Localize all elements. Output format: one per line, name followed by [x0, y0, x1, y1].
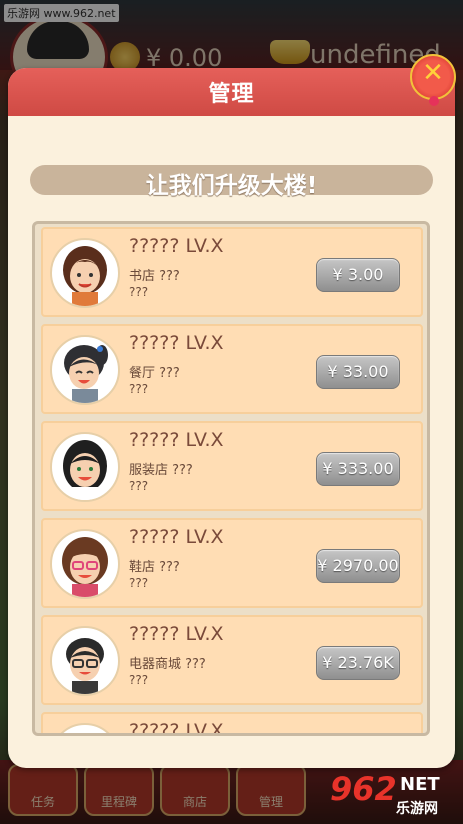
close-button[interactable]: ✕: [410, 54, 456, 106]
hire-price-button[interactable]: ¥ 23.76K: [316, 646, 400, 680]
manager-list[interactable]: ????? LV.X 书店 ??? ??? ¥ 3.00 ????? LV.X …: [32, 221, 430, 736]
hire-price-button[interactable]: ¥ 333.00: [316, 452, 400, 486]
list-item: ????? LV.X: [41, 712, 423, 736]
hire-price-button[interactable]: ¥ 3.00: [316, 258, 400, 292]
close-x-icon: ✕: [422, 58, 444, 88]
hire-price-button[interactable]: ¥ 2970.00: [316, 549, 400, 583]
list-item: ????? LV.X 电器商城 ??? ??? ¥ 23.76K: [41, 615, 423, 705]
tassel-icon: [429, 96, 439, 106]
list-item: ????? LV.X 服装店 ??? ??? ¥ 333.00: [41, 421, 423, 511]
shop-name: 书店 ???: [129, 269, 180, 284]
woman-glasses-avatar: [50, 529, 120, 599]
manager-name: ????? LV.X: [129, 235, 224, 257]
woman-brown-hair-avatar: [50, 238, 120, 308]
shop-detail: ???: [129, 673, 149, 687]
shop-name: 餐厅 ???: [129, 366, 180, 381]
shop-detail: ???: [129, 285, 149, 299]
shop-name: 鞋店 ???: [129, 560, 180, 575]
manager-name: ????? LV.X: [129, 526, 224, 548]
site-watermark: 962 NET 乐游网: [330, 770, 440, 817]
manager-name: ????? LV.X: [129, 720, 224, 736]
manager-name: ????? LV.X: [129, 332, 224, 354]
girl-ponytail-avatar: [50, 335, 120, 405]
manager-name: ????? LV.X: [129, 623, 224, 645]
dialog-title: 管理: [208, 82, 255, 107]
manage-dialog: 管理 让我们升级大楼! ????? LV.X 书店 ??? ??? ¥ 3.00: [8, 68, 455, 768]
list-item: ????? LV.X 鞋店 ??? ??? ¥ 2970.00: [41, 518, 423, 608]
shop-detail: ???: [129, 382, 149, 396]
manager-name: ????? LV.X: [129, 429, 224, 451]
shop-name: 服装店 ???: [129, 463, 193, 478]
upgrade-banner: 让我们升级大楼!: [30, 165, 433, 199]
list-item: ????? LV.X 书店 ??? ??? ¥ 3.00: [41, 227, 423, 317]
shop-detail: ???: [129, 576, 149, 590]
banner-text: 让我们升级大楼!: [145, 173, 318, 199]
shop-detail: ???: [129, 479, 149, 493]
list-item: ????? LV.X 餐厅 ??? ??? ¥ 33.00: [41, 324, 423, 414]
shop-name: 电器商城 ???: [129, 657, 206, 672]
partial-avatar: [50, 723, 120, 733]
hire-price-button[interactable]: ¥ 33.00: [316, 355, 400, 389]
woman-dark-hair-avatar: [50, 432, 120, 502]
man-glasses-avatar: [50, 626, 120, 696]
dialog-header: 管理: [8, 68, 455, 116]
